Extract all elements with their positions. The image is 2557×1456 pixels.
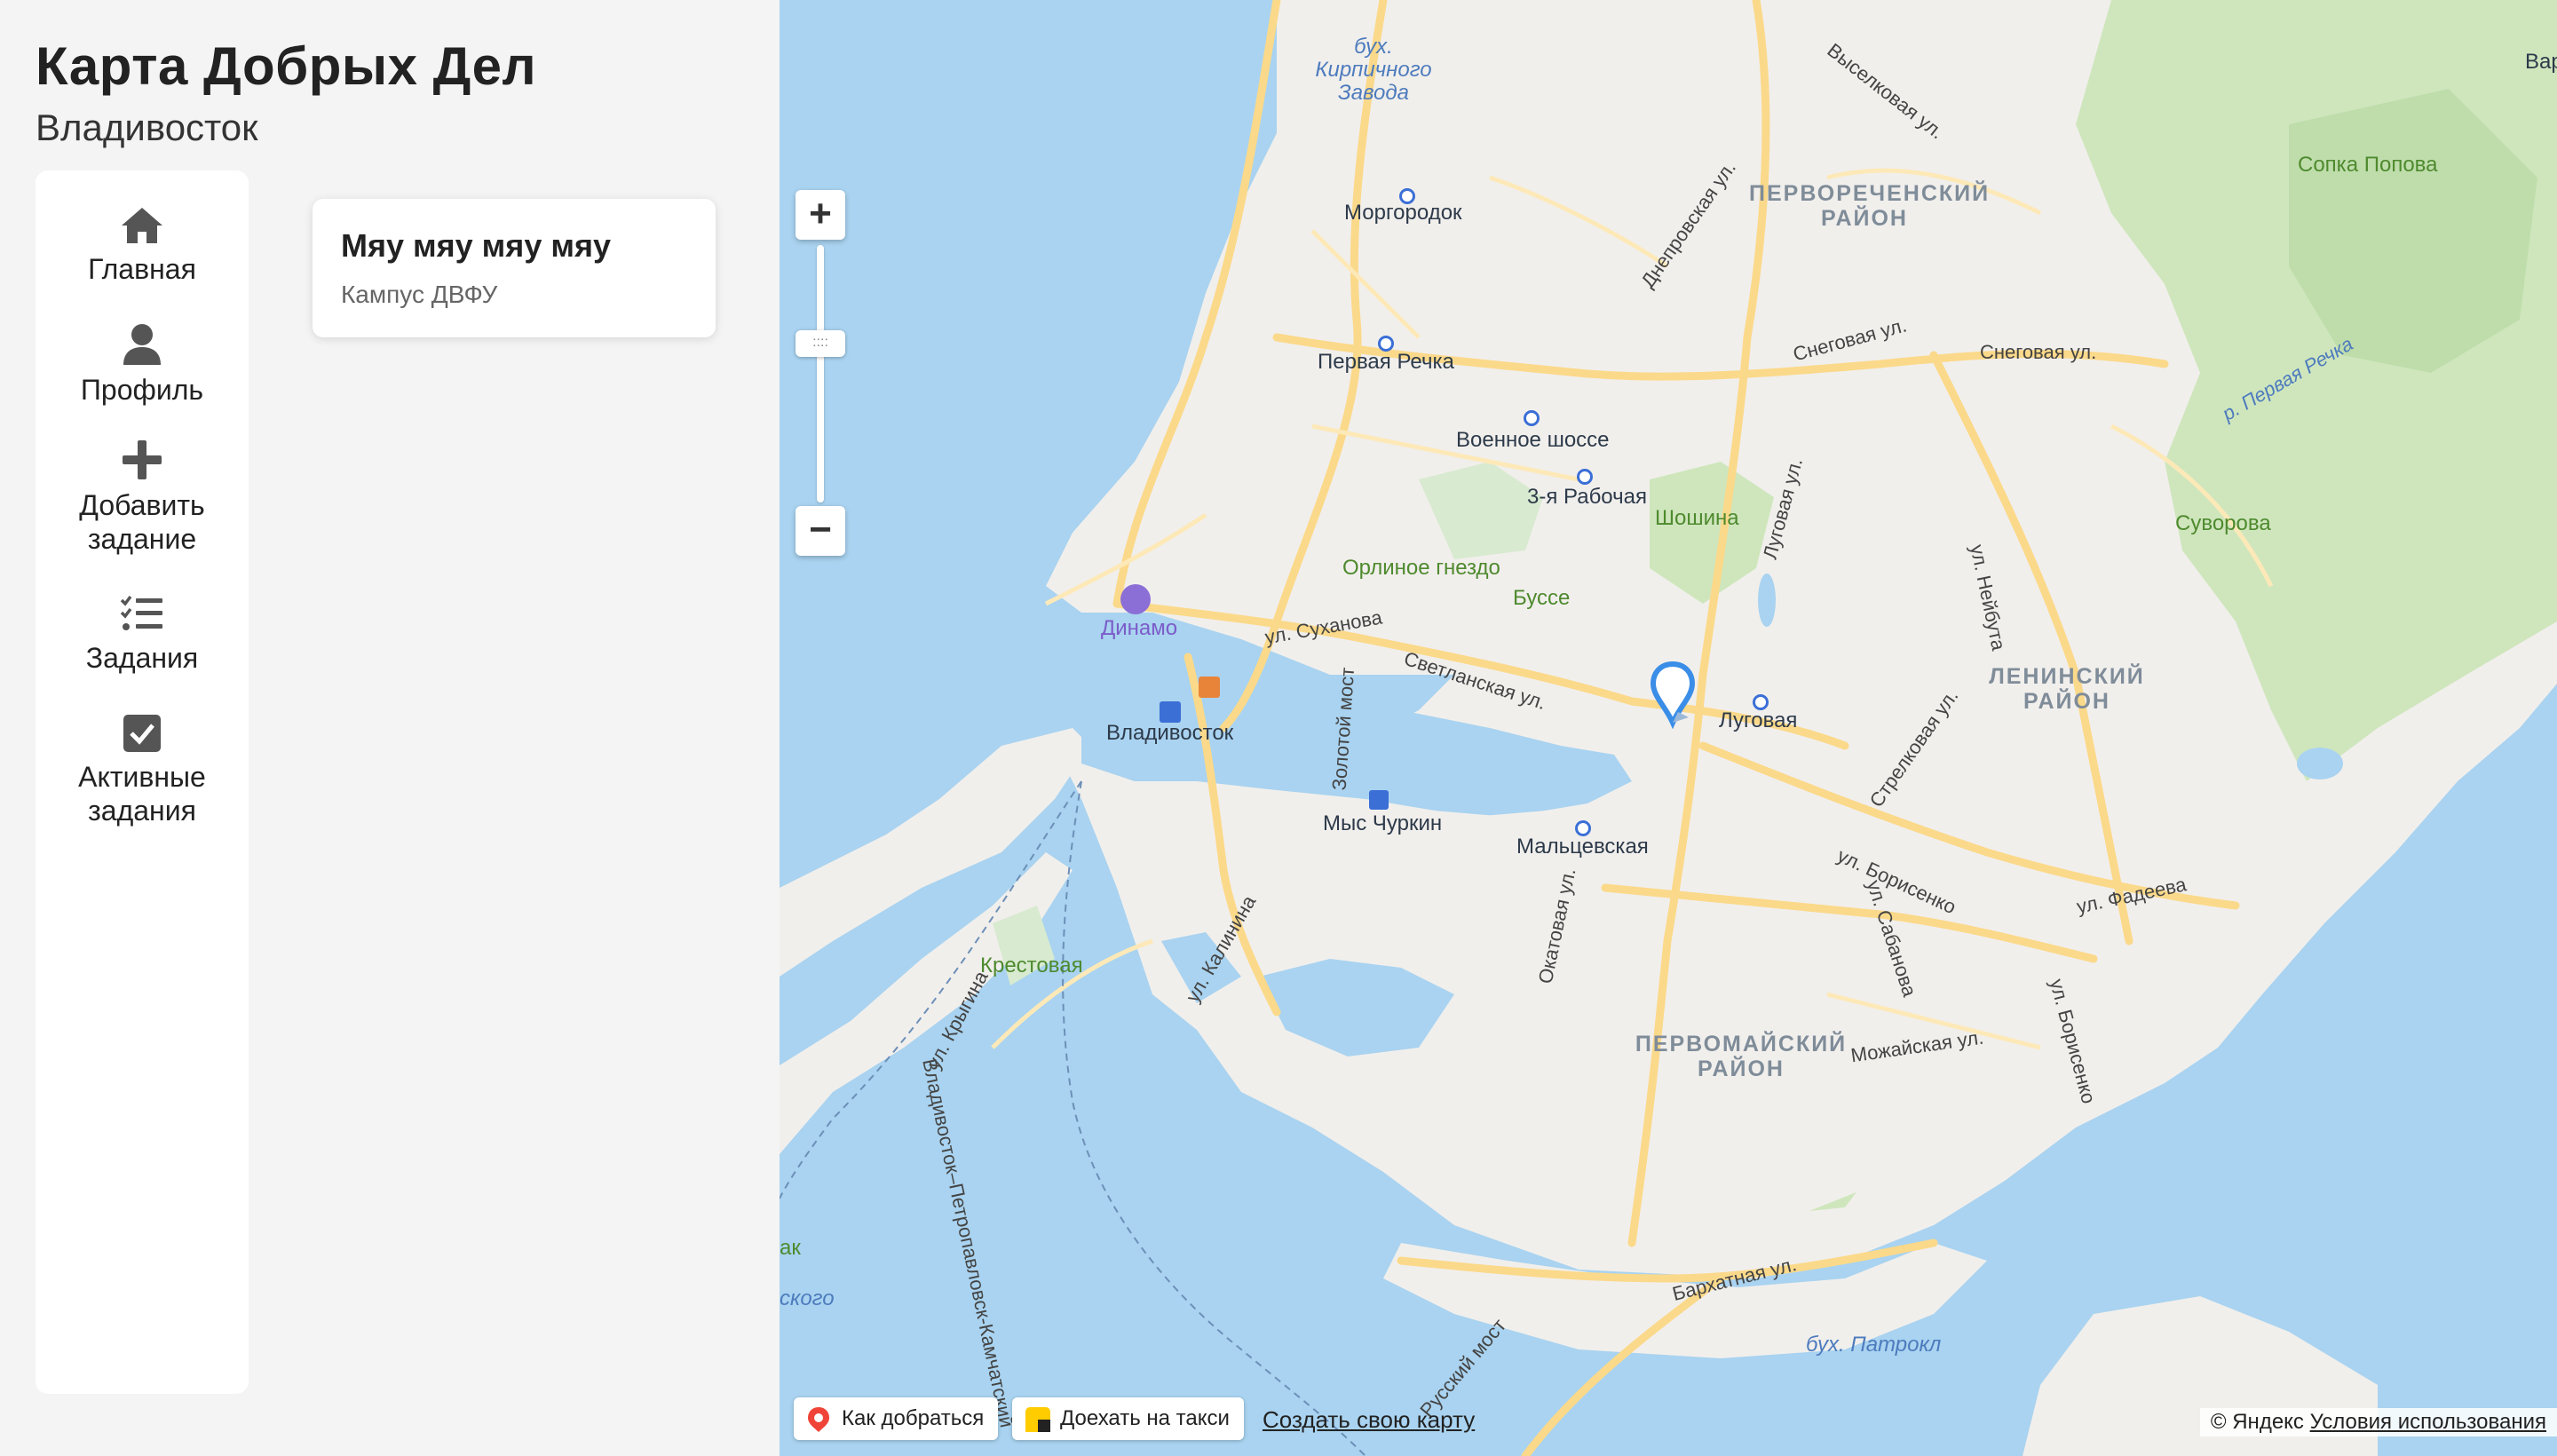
port-icon <box>1199 677 1220 698</box>
plus-icon <box>123 440 162 479</box>
location-pin-icon[interactable] <box>1648 661 1698 732</box>
zoom-slider-handle[interactable]: :::: <box>796 330 845 357</box>
map-label-lugovaya: Луговая <box>1719 708 1798 732</box>
map-label-sopka-popova: Сопка Попова <box>2298 153 2438 177</box>
taxi-icon <box>1025 1407 1050 1432</box>
zoom-out-button[interactable]: − <box>796 506 845 556</box>
task-title: Мяу мяу мяу мяу <box>341 227 611 264</box>
map-label-kirpich-bay: бух. Кирпичного Завода <box>1307 36 1440 105</box>
district-text: ЛЕНИНСКИЙ РАЙОН <box>1989 664 2145 714</box>
nav-item-add-task[interactable]: Добавить задание <box>36 439 249 556</box>
map-label-dinamo: Динамо <box>1101 616 1178 640</box>
nav-item-tasks[interactable]: Задания <box>36 595 249 675</box>
map-label-partial: ского <box>780 1286 835 1310</box>
district-text: ПЕРВОРЕЧЕНСКИЙ РАЙОН <box>1749 181 1991 231</box>
create-map-link[interactable]: Создать свою карту <box>1263 1406 1475 1434</box>
app-title: Карта Добрых Дел <box>36 36 537 96</box>
map-label-mys-churkin: Мыс Чуркин <box>1323 811 1443 835</box>
metro-marker <box>1524 410 1540 426</box>
map-label-partial-vary: Вар <box>2525 50 2557 74</box>
ferry-icon <box>1369 790 1389 810</box>
map-label-pervomaysky-district: ПЕРВОМАЙСКИЙ РАЙОН <box>1621 1032 1861 1081</box>
nav-item-profile[interactable]: Профиль <box>36 323 249 407</box>
zoom-in-button[interactable]: + <box>796 190 845 240</box>
stadium-icon <box>1120 584 1151 614</box>
copyright-bar: © Яндекс Условия использования <box>2199 1408 2557 1436</box>
nav-menu: Главная Профиль Добавить задание Задания… <box>36 170 249 1394</box>
map-label-krestovaya: Крестовая <box>980 954 1083 977</box>
zoom-control: + :::: − <box>796 190 847 558</box>
route-button-label: Как добраться <box>842 1406 985 1430</box>
user-icon <box>123 324 161 365</box>
map-label-pervorechensky-district: ПЕРВОРЕЧЕНСКИЙ РАЙОН <box>1749 181 1991 231</box>
nav-label-tasks: Задания <box>85 642 199 674</box>
map-label-leninsky-district: ЛЕНИНСКИЙ РАЙОН <box>1978 664 2156 714</box>
map-label-voennoe-shosse: Военное шоссе <box>1456 428 1610 452</box>
nav-label-active-tasks: Активные задания <box>78 761 206 827</box>
map-label-pervaya-rechka: Первая Речка <box>1318 350 1454 374</box>
map-label-shoshina: Шошина <box>1655 506 1739 530</box>
list-check-icon <box>120 595 162 630</box>
task-location: Кампус ДВФУ <box>341 281 498 308</box>
map-label-orlinoe-gnezdo: Орлиное гнездо <box>1342 556 1500 580</box>
street-label: Снеговая ул. <box>1980 341 2097 363</box>
city-subtitle: Владивосток <box>36 107 258 148</box>
taxi-button[interactable]: Доехать на такси <box>1012 1397 1244 1440</box>
nav-label-add-task: Добавить задание <box>79 489 205 555</box>
home-icon <box>122 208 162 243</box>
nav-item-home[interactable]: Главная <box>36 206 249 286</box>
map-label-busse: Буссе <box>1513 586 1571 610</box>
nav-label-home: Главная <box>88 253 196 285</box>
nav-label-profile: Профиль <box>80 374 204 406</box>
task-card[interactable]: Мяу мяу мяу мяу Кампус ДВФУ <box>313 199 716 337</box>
terms-link[interactable]: Условия использования <box>2310 1410 2546 1434</box>
metro-marker <box>1577 469 1593 485</box>
map-label-patrokl-bay: бух. Патрокл <box>1806 1333 1942 1357</box>
train-station-icon <box>1160 701 1181 723</box>
route-button[interactable]: Как добраться <box>794 1397 999 1440</box>
taxi-button-label: Доехать на такси <box>1060 1406 1230 1430</box>
map-label-partial: ак <box>780 1236 801 1260</box>
map-view[interactable]: бух. Кирпичного Завода Моргородок Первая… <box>780 0 2557 1456</box>
map-label-suvorova: Суворова <box>2175 511 2271 535</box>
copyright-text: © Яндекс <box>2210 1410 2304 1434</box>
sidebar-panel: Карта Добрых Дел Владивосток Главная Про… <box>0 0 780 1456</box>
map-label-maltsevskaya: Мальцевская <box>1516 835 1649 859</box>
map-label-morgorodok: Моргородок <box>1344 201 1462 225</box>
map-label-3-rabochaya: 3-я Рабочая <box>1527 485 1647 509</box>
map-label-text: бух. Кирпичного Завода <box>1315 35 1432 105</box>
nav-item-active-tasks[interactable]: Активные задания <box>36 714 249 827</box>
checkbox-icon <box>123 715 161 752</box>
map-label-vladivostok: Владивосток <box>1106 721 1234 745</box>
district-text: ПЕРВОМАЙСКИЙ РАЙОН <box>1635 1032 1848 1081</box>
zoom-slider-track[interactable] <box>817 245 824 502</box>
route-pin-icon <box>808 1407 829 1432</box>
